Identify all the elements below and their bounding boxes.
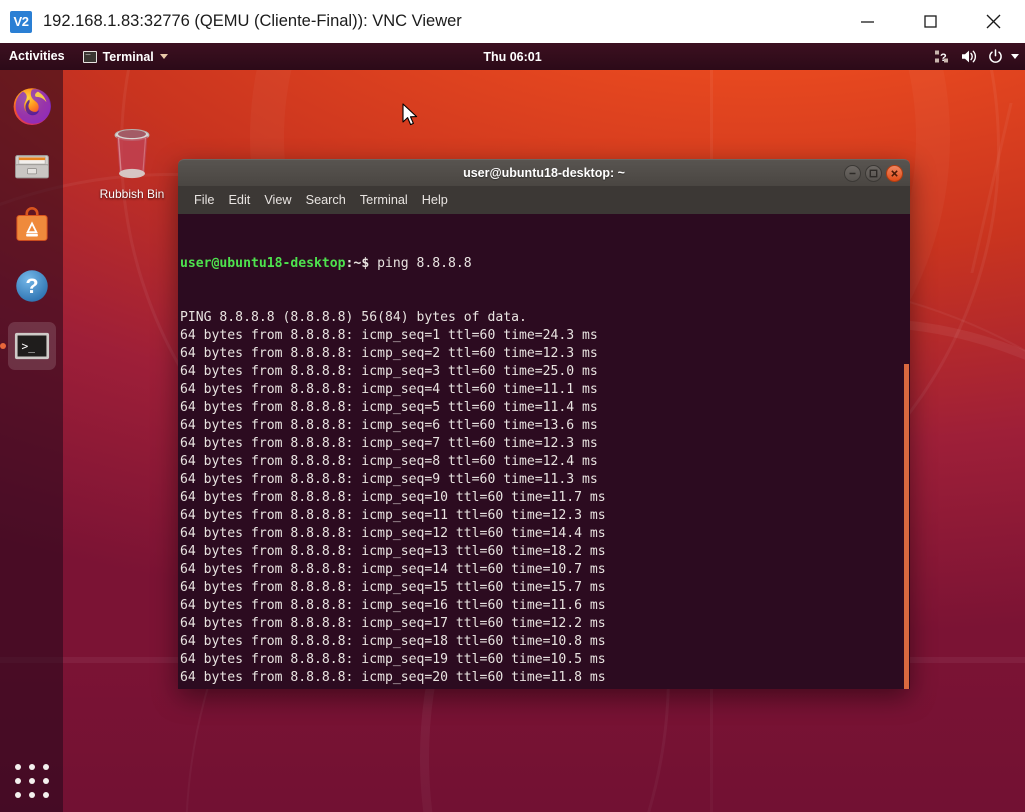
terminal-icon [83,51,97,63]
app-grid-dot [43,792,49,798]
terminal-scrollbar[interactable] [904,214,910,689]
dock-item-terminal[interactable]: >_ [8,322,56,370]
terminal-output-line: PING 8.8.8.8 (8.8.8.8) 56(84) bytes of d… [180,309,910,327]
help-icon: ? [11,265,53,307]
terminal-output-line: 64 bytes from 8.8.8.8: icmp_seq=12 ttl=6… [180,525,910,543]
menu-terminal[interactable]: Terminal [353,186,415,214]
dock-item-ubuntu-software[interactable] [8,202,56,250]
app-grid-dot [43,764,49,770]
svg-text:?: ? [940,52,947,64]
vnc-titlebar: V2 192.168.1.83:32776 (QEMU (Cliente-Fin… [0,0,1025,43]
dock-item-help[interactable]: ? [8,262,56,310]
terminal-prompt-line: user@ubuntu18-desktop:~$ ping 8.8.8.8 [180,255,910,273]
terminal-output-line: 64 bytes from 8.8.8.8: icmp_seq=17 ttl=6… [180,615,910,633]
terminal-menubar: File Edit View Search Terminal Help [178,186,910,214]
menu-view[interactable]: View [257,186,298,214]
menu-search[interactable]: Search [299,186,353,214]
svg-text:?: ? [25,273,38,298]
menu-help[interactable]: Help [415,186,455,214]
ubuntu-software-icon [11,205,53,247]
terminal-output-line: 64 bytes from 8.8.8.8: icmp_seq=5 ttl=60… [180,399,910,417]
minimize-icon [859,13,876,30]
terminal-output-line: 64 bytes from 8.8.8.8: icmp_seq=11 ttl=6… [180,507,910,525]
app-grid-dot [43,778,49,784]
terminal-output-line: 64 bytes from 8.8.8.8: icmp_seq=13 ttl=6… [180,543,910,561]
prompt-user-host: user@ubuntu18-desktop [180,256,346,271]
vnc-window-controls [836,0,1025,43]
svg-text:>_: >_ [21,340,35,353]
terminal-scrollbar-thumb[interactable] [904,364,909,689]
activities-button[interactable]: Activities [0,43,75,70]
remote-desktop-viewport[interactable]: Activities Terminal Thu 06:01 ? [0,43,1025,812]
files-icon [11,145,53,187]
dock-item-firefox[interactable] [8,82,56,130]
terminal-output-line: 64 bytes from 8.8.8.8: icmp_seq=21 ttl=6… [180,687,910,689]
vnc-minimize-button[interactable] [836,0,899,43]
firefox-icon [11,85,53,127]
terminal-output-line: 64 bytes from 8.8.8.8: icmp_seq=7 ttl=60… [180,435,910,453]
maximize-icon [869,169,878,178]
chevron-down-icon [160,54,168,59]
vnc-close-button[interactable] [962,0,1025,43]
terminal-minimize-button[interactable] [844,165,861,182]
terminal-output-line: 64 bytes from 8.8.8.8: icmp_seq=1 ttl=60… [180,327,910,345]
terminal-output-line: 64 bytes from 8.8.8.8: icmp_seq=10 ttl=6… [180,489,910,507]
terminal-maximize-button[interactable] [865,165,882,182]
gnome-status-area[interactable]: ? [935,43,1019,70]
gnome-top-bar: Activities Terminal Thu 06:01 ? [0,43,1025,70]
minimize-icon [848,169,857,178]
terminal-titlebar[interactable]: user@ubuntu18-desktop: ~ [178,159,910,186]
vnc-window-title: 192.168.1.83:32776 (QEMU (Cliente-Final)… [43,12,462,31]
terminal-output-line: 64 bytes from 8.8.8.8: icmp_seq=2 ttl=60… [180,345,910,363]
terminal-output-line: 64 bytes from 8.8.8.8: icmp_seq=6 ttl=60… [180,417,910,435]
terminal-output-line: 64 bytes from 8.8.8.8: icmp_seq=19 ttl=6… [180,651,910,669]
terminal-body[interactable]: user@ubuntu18-desktop:~$ ping 8.8.8.8 PI… [178,214,910,689]
app-grid-dot [29,764,35,770]
terminal-output-line: 64 bytes from 8.8.8.8: icmp_seq=4 ttl=60… [180,381,910,399]
show-applications-button[interactable] [11,760,53,802]
volume-icon[interactable] [961,49,979,64]
terminal-output-line: 64 bytes from 8.8.8.8: icmp_seq=9 ttl=60… [180,471,910,489]
chevron-down-icon[interactable] [1011,54,1019,59]
vnc-viewer-window: V2 192.168.1.83:32776 (QEMU (Cliente-Fin… [0,0,1025,812]
terminal-output-line: 64 bytes from 8.8.8.8: icmp_seq=14 ttl=6… [180,561,910,579]
terminal-output-line: 64 bytes from 8.8.8.8: icmp_seq=20 ttl=6… [180,669,910,687]
prompt-command: ping 8.8.8.8 [369,256,471,271]
app-grid-dot [15,792,21,798]
terminal-output: user@ubuntu18-desktop:~$ ping 8.8.8.8 PI… [180,214,910,689]
terminal-output-line: 64 bytes from 8.8.8.8: icmp_seq=8 ttl=60… [180,453,910,471]
app-grid-dot [15,764,21,770]
terminal-output-line: 64 bytes from 8.8.8.8: icmp_seq=16 ttl=6… [180,597,910,615]
terminal-close-button[interactable] [886,165,903,182]
vnc-maximize-button[interactable] [899,0,962,43]
terminal-window-title: user@ubuntu18-desktop: ~ [463,166,625,180]
close-icon [984,12,1003,31]
menu-edit[interactable]: Edit [221,186,257,214]
terminal-window: user@ubuntu18-desktop: ~ [178,159,910,689]
prompt-path: :~$ [346,256,370,271]
app-grid-dot [15,778,21,784]
ubuntu-dock: ? >_ [0,70,63,812]
terminal-window-controls [844,160,903,187]
dock-item-files[interactable] [8,142,56,190]
desktop-icon-rubbish-bin[interactable]: Rubbish Bin [90,125,174,201]
menu-file[interactable]: File [187,186,221,214]
maximize-icon [922,13,939,30]
keyboard-indicator-icon[interactable]: ? [935,49,952,64]
app-menu-terminal[interactable]: Terminal [75,43,176,70]
trash-icon [106,125,158,183]
desktop-icon-label: Rubbish Bin [100,187,165,201]
app-menu-label: Terminal [103,50,154,64]
terminal-output-line: 64 bytes from 8.8.8.8: icmp_seq=3 ttl=60… [180,363,910,381]
app-grid-dot [29,778,35,784]
terminal-output-line: 64 bytes from 8.8.8.8: icmp_seq=15 ttl=6… [180,579,910,597]
terminal-icon: >_ [11,325,53,367]
terminal-output-line: 64 bytes from 8.8.8.8: icmp_seq=18 ttl=6… [180,633,910,651]
app-grid-dot [29,792,35,798]
vnc-viewer-logo-icon: V2 [10,11,32,33]
terminal-output-lines: PING 8.8.8.8 (8.8.8.8) 56(84) bytes of d… [180,309,910,689]
close-icon [890,169,899,178]
power-icon[interactable] [988,49,1003,64]
